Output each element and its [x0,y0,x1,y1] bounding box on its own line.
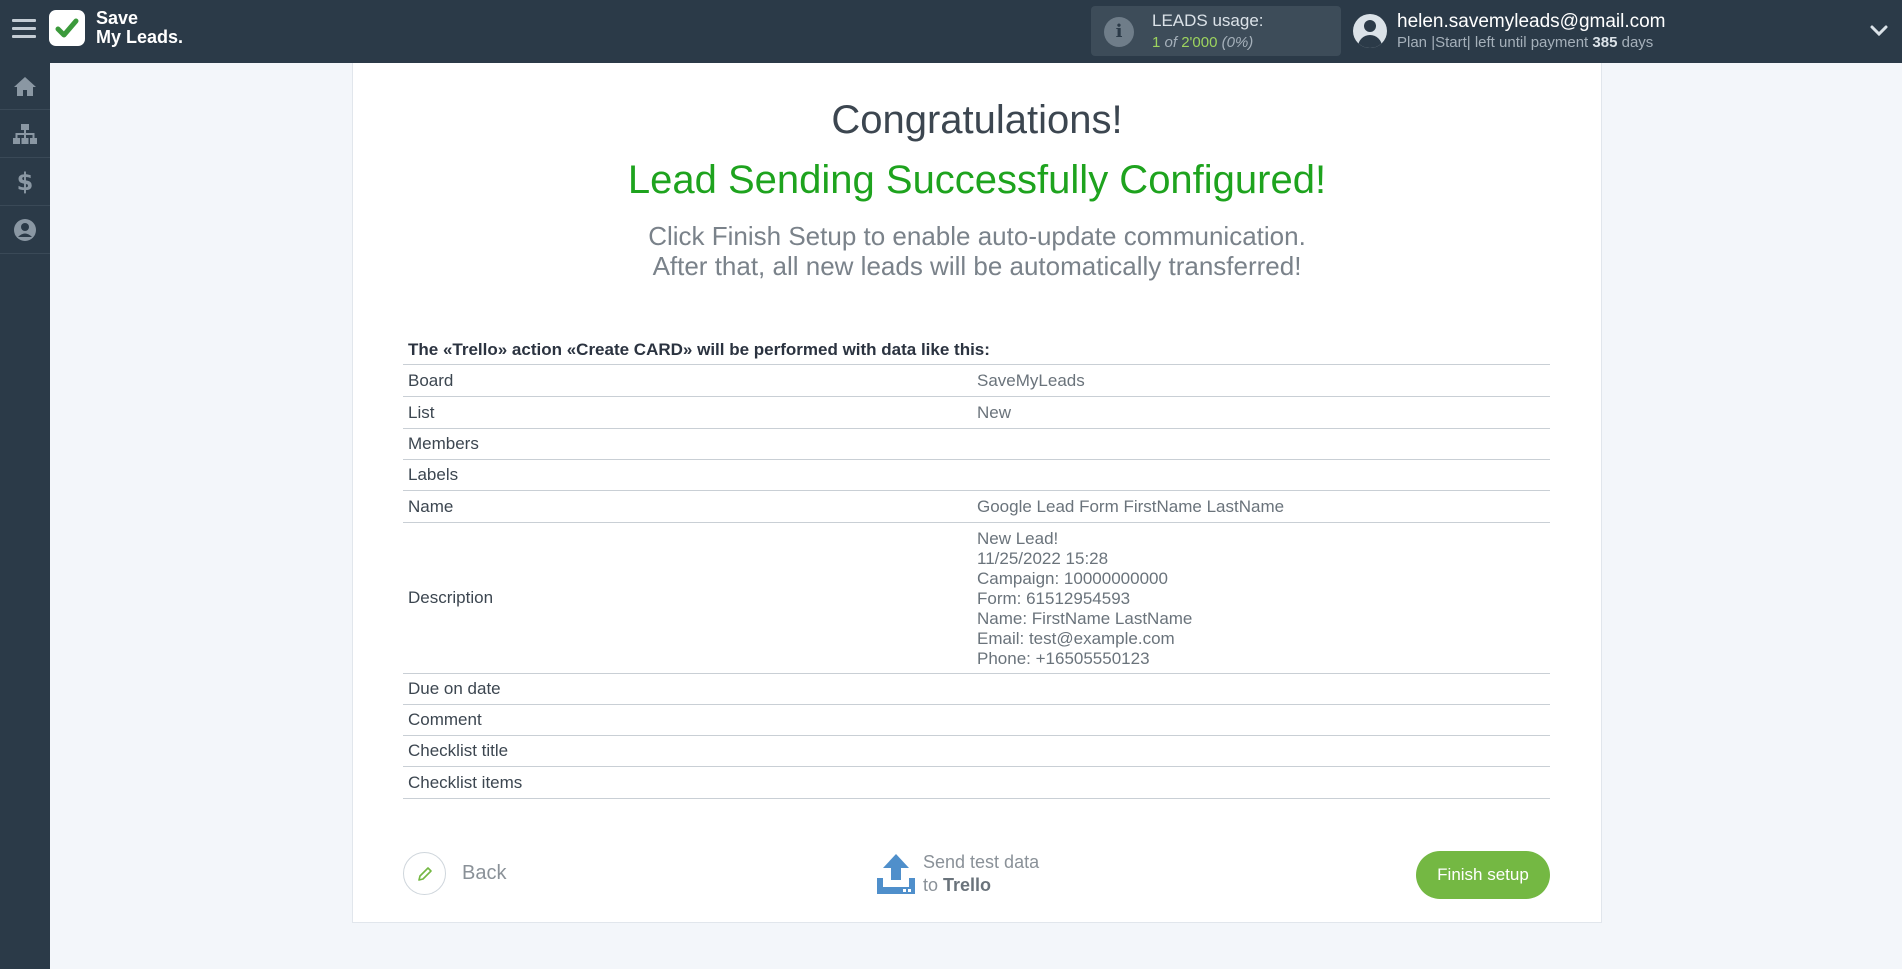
logo-text: Save My Leads. [96,8,184,47]
row-value [977,705,1550,735]
sidebar: $ [0,63,50,969]
data-table: The «Trello» action «Create CARD» will b… [403,333,1550,799]
plan-days-suffix: days [1621,34,1654,51]
row-key: Members [408,434,479,453]
usage-percent: (0%) [1221,34,1254,51]
logo-icon[interactable] [49,10,85,46]
success-title: Lead Sending Successfully Configured! [627,158,1327,202]
table-row: Checklist title [403,736,1550,767]
hint-text: Click Finish Setup to enable auto-update… [353,221,1601,281]
hint-line-2: After that, all new leads will be automa… [652,251,1302,281]
table-row: Due on date [403,674,1550,705]
upload-icon[interactable] [875,852,917,896]
row-value: Google Lead Form FirstName LastName [977,496,1285,516]
usage-of: of [1164,34,1178,51]
table-row: Name Google Lead Form FirstName LastName [403,491,1550,523]
congrats-title: Congratulations! [831,98,1123,142]
table-row: List New [403,397,1550,429]
row-value [977,767,1550,798]
hint-line-1: Click Finish Setup to enable auto-update… [648,221,1306,251]
row-key: List [408,402,435,422]
usage-total: 2'000 [1181,34,1218,51]
table-row: Members [403,429,1550,460]
table-row: Labels [403,460,1550,491]
send-target[interactable]: Trello [943,875,991,895]
pencil-icon[interactable] [403,852,446,895]
row-key: Checklist items [408,772,523,792]
finish-setup-button[interactable]: Finish setup [1416,851,1550,899]
table-row: Description New Lead! 11/25/2022 15:28 C… [403,523,1550,674]
plan-days: 385 [1592,34,1618,51]
main-card: Congratulations! Lead Sending Successful… [352,63,1602,923]
row-key: Description [408,588,494,607]
send-label[interactable]: Send test data to Trello [923,851,1039,897]
row-value [977,460,1550,490]
row-value [977,429,1550,459]
send-test-data-button[interactable]: Send test data to Trello [875,851,1039,897]
user-circle-icon[interactable] [0,207,50,254]
row-key: Board [408,370,454,390]
usage-value: 1 of 2'000 (0%) [1152,34,1253,51]
table-row: Board SaveMyLeads [403,365,1550,397]
send-to[interactable]: to [923,875,938,895]
plan-prefix: Plan |Start| left until payment [1397,34,1589,51]
table-row: Comment [403,705,1550,736]
row-value [977,736,1550,766]
row-key: Due on date [408,679,501,698]
chevron-down-icon[interactable] [1868,20,1890,42]
back-button[interactable]: Back [403,851,506,896]
info-icon: i [1104,17,1134,47]
row-key: Labels [408,465,459,484]
row-key: Comment [408,710,482,729]
menu-icon[interactable] [12,19,36,43]
leads-usage-panel: i LEADS usage: 1 of 2'000 (0%) [1091,6,1341,56]
avatar[interactable] [1353,14,1387,48]
usage-used: 1 [1152,34,1161,51]
user-plan: Plan |Start| left until payment 385 days [1397,34,1653,51]
row-value [977,674,1550,704]
usage-label: LEADS usage: [1152,11,1264,30]
user-email[interactable]: helen.savemyleads@gmail.com [1397,11,1666,33]
row-value: New [977,402,1012,422]
table-row: Checklist items [403,767,1550,799]
table-caption: The «Trello» action «Create CARD» will b… [403,333,1550,365]
dollar-icon[interactable]: $ [0,159,50,206]
top-bar: Save My Leads. i LEADS usage: 1 of 2'000… [0,0,1902,63]
row-key: Name [408,496,454,516]
row-value: New Lead! 11/25/2022 15:28 Campaign: 100… [977,529,1193,668]
sitemap-icon[interactable] [0,111,50,158]
row-key: Checklist title [408,741,509,760]
row-value: SaveMyLeads [977,370,1085,390]
back-label[interactable]: Back [462,862,506,885]
home-icon[interactable] [0,63,50,110]
send-line-1[interactable]: Send test data [923,851,1039,874]
